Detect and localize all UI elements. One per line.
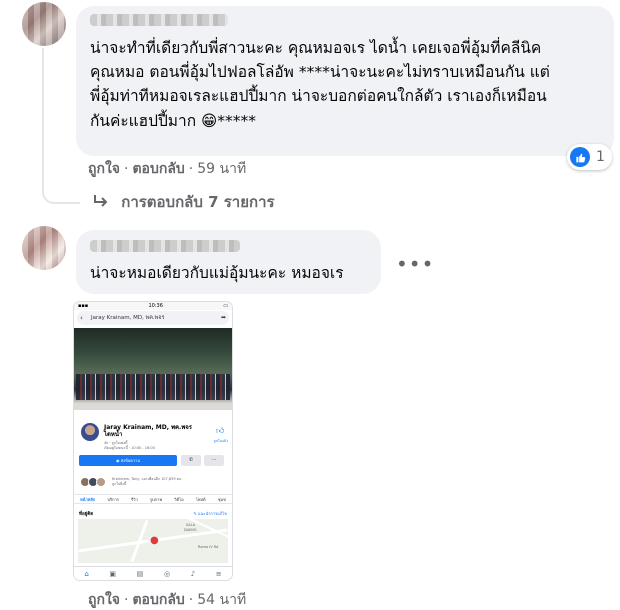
phone-bottom-nav: ⌂ ▣ ▤ ◎ ♪ ≡	[74, 566, 232, 580]
tab-posts: โพสต์	[195, 497, 206, 502]
map-pin-icon: ●	[150, 535, 159, 546]
comment-text: น่าจะหมอเดียวกับแม่อุ้มนะคะ หมอจเร	[90, 264, 344, 282]
reaction-badge[interactable]: 1	[567, 144, 612, 170]
comment-text-line: กันค่ะแฮปปี้มาก 😁*****	[90, 112, 256, 130]
page-name-line1: Jaray Krainam, MD, พค.พจร	[104, 424, 193, 431]
view-replies-link[interactable]: การตอบกลับ 7 รายการ	[92, 190, 275, 214]
map-label: DAENG	[184, 528, 197, 532]
marketplace-icon: ▤	[136, 569, 144, 578]
page-subinfo-line2: เปิดอยู่ในขณะนี้ · 10:00 - 18:00	[104, 446, 155, 450]
friends-like-text: Krainiram, Tony, และเพื่อนอีก 107,839 คน…	[112, 477, 182, 486]
comment-time[interactable]: 54 นาที	[197, 592, 246, 608]
status-time: 10:36	[148, 303, 163, 309]
reply-arrow-icon	[92, 193, 121, 211]
page-avatar	[80, 422, 100, 442]
phone-search-bar: ‹ Jaray Krainam, MD, พค.พจร ➦	[77, 311, 229, 325]
cover-photo	[74, 328, 232, 410]
friend-avatars	[80, 477, 106, 487]
tab-reviews: รีวิว	[131, 497, 138, 502]
replies-label: การตอบกลับ 7 รายการ	[121, 193, 275, 211]
tab-services: บริการ	[107, 497, 119, 502]
commenter-name[interactable]	[90, 240, 240, 252]
comment-bubble: น่าจะหมอเดียวกับแม่อุ้มนะคะ หมอจเร	[76, 230, 381, 294]
liked-label: ถูกใจแล้ว	[213, 439, 228, 443]
comment-time[interactable]: 59 นาที	[197, 161, 246, 177]
home-icon: ⌂	[84, 569, 89, 578]
reaction-count: 1	[596, 149, 605, 165]
attached-image[interactable]: ▪▪▪ 10:36 ▭ ‹ Jaray Krainam, MD, พค.พจร …	[74, 302, 232, 580]
tab-community: ชุมช	[217, 497, 226, 502]
map-label: SALA	[186, 523, 196, 527]
call-button: ✆	[181, 455, 201, 466]
battery-icon: ▭	[223, 303, 228, 309]
phone-status-bar: ▪▪▪ 10:36 ▭	[74, 302, 232, 310]
share-icon: ➦	[220, 314, 226, 321]
comment-text-line: พี่อุ้มท่าทีหมอจเรละแฮปปี้มาก น่าจะบอกต่…	[90, 87, 547, 105]
notifications-icon: ♪	[190, 569, 196, 578]
page-name-line2: ไดหน้ำ	[104, 431, 123, 438]
search-text: Jaray Krainam, MD, พค.พจร	[91, 315, 165, 321]
reply-link[interactable]: ตอบกลับ	[132, 592, 184, 608]
section-link-label: แนะนำการแก้ไข	[197, 511, 227, 516]
groups-icon: ◎	[163, 569, 171, 578]
map-label: Rama IV Rd	[198, 545, 219, 549]
more-button: ···	[204, 455, 224, 466]
thumbs-up-icon: 👍︎	[216, 426, 225, 435]
like-link[interactable]: ถูกใจ	[88, 592, 120, 608]
commenter-name[interactable]	[90, 14, 228, 26]
message-button: ◉ ส่งข้อความ	[79, 455, 177, 466]
page-tabs: หน้าหลัก บริการ รีวิว รูปภาพ วิดีโอ โพสต…	[74, 494, 232, 504]
phone-icon: ✆	[188, 457, 194, 463]
section-title: ที่อยู่ติด	[79, 512, 94, 517]
thread-connector	[42, 48, 80, 204]
comment-text-line: คุณหมอ ตอนพี่อุ้มไปฟอลโล่อัพ ****น่าจะนะ…	[90, 63, 550, 81]
location-map: SALA DAENG Rama IV Rd ●	[78, 519, 228, 563]
thumbs-up-icon	[570, 147, 590, 167]
more-options-icon[interactable]: •••	[396, 252, 434, 276]
like-link[interactable]: ถูกใจ	[88, 161, 120, 177]
tab-videos: วิดีโอ	[174, 497, 184, 502]
comment-actions: ถูกใจ · ตอบกลับ · 59 นาที	[88, 161, 247, 177]
message-button-label: ส่งข้อความ	[120, 458, 141, 463]
commenter-avatar[interactable]	[22, 2, 66, 46]
commenter-avatar[interactable]	[22, 226, 66, 270]
reply-link[interactable]: ตอบกลับ	[132, 161, 184, 177]
watch-icon: ▣	[109, 569, 117, 578]
section-link: ✎ แนะนำการแก้ไข	[193, 510, 227, 517]
tab-photos: รูปภาพ	[149, 497, 163, 502]
comment-bubble: น่าจะทำที่เดียวกับพี่สาวนะคะ คุณหมอจเร ไ…	[76, 6, 614, 156]
page-subinfo: 4k · ถูกใจเพจนี้ เปิดอยู่ในขณะนี้ · 10:0…	[104, 441, 155, 451]
signal-icon: ▪▪▪	[78, 303, 89, 309]
comment-actions: ถูกใจ · ตอบกลับ · 54 นาที	[88, 592, 247, 608]
comment-text-line: น่าจะทำที่เดียวกับพี่สาวนะคะ คุณหมอจเร ไ…	[90, 39, 542, 57]
group-photo	[76, 374, 230, 400]
menu-icon: ≡	[215, 569, 222, 578]
back-arrow-icon: ‹	[80, 314, 83, 322]
page-name: Jaray Krainam, MD, พค.พจร ไดหน้ำ	[104, 424, 192, 438]
more-icon: ···	[211, 457, 217, 463]
tab-home: หน้าหลัก	[80, 497, 96, 502]
